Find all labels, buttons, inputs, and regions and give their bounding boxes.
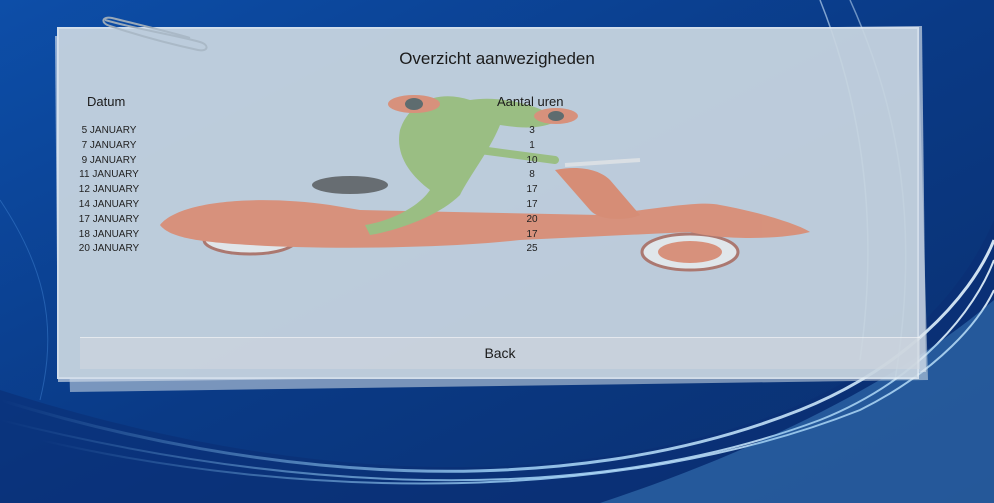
row-hours: 20: [526, 213, 538, 225]
row-hours: 17: [526, 184, 538, 196]
row-hours: 1: [529, 139, 535, 151]
table-row: 5 JANUARY 3: [70, 125, 590, 140]
column-header-date: Datum: [87, 94, 126, 109]
row-date: 5 JANUARY: [81, 125, 137, 136]
table-row: 18 JANUARY 17: [70, 229, 590, 244]
table-row: 7 JANUARY 1: [70, 140, 590, 155]
row-date: 9 JANUARY: [81, 154, 137, 166]
row-hours: 25: [526, 243, 538, 255]
row-hours: 17: [526, 228, 538, 240]
table-row: 9 JANUARY 10: [70, 155, 590, 170]
table-row: 20 JANUARY 25: [70, 243, 590, 258]
row-hours: 17: [526, 198, 538, 210]
column-header-hours: Aantal uren: [497, 94, 564, 109]
back-button[interactable]: Back: [80, 337, 920, 369]
attendance-list: 5 JANUARY 3 7 JANUARY 1 9 JANUARY 10 11 …: [70, 125, 590, 258]
page-title: Overzicht aanwezigheden: [399, 49, 595, 68]
row-hours: 3: [529, 125, 535, 136]
row-date: 14 JANUARY: [78, 198, 140, 210]
row-date: 7 JANUARY: [81, 139, 137, 151]
table-row: 11 JANUARY 8: [70, 169, 590, 184]
row-hours: 8: [529, 169, 535, 181]
row-date: 17 JANUARY: [78, 213, 140, 225]
row-date: 11 JANUARY: [79, 169, 139, 181]
table-row: 14 JANUARY 17: [70, 199, 590, 214]
table-row: 12 JANUARY 17: [70, 184, 590, 199]
row-date: 12 JANUARY: [78, 184, 140, 196]
row-date: 20 JANUARY: [78, 243, 140, 255]
row-hours: 10: [526, 154, 538, 166]
row-date: 18 JANUARY: [78, 228, 140, 240]
table-row: 17 JANUARY 20: [70, 214, 590, 229]
